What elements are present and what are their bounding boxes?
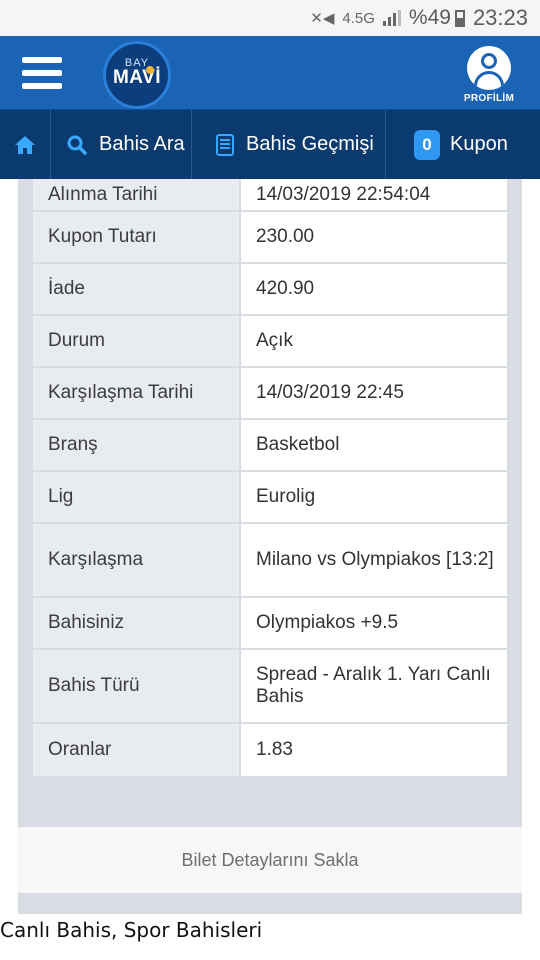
profile-label: PROFİLİM [463, 93, 515, 104]
mute-icon: ✕◀ [310, 10, 335, 27]
network-type: 4.5G [342, 9, 375, 27]
detail-row-match: Karşılaşma Milano vs Olympiakos [13:2] [33, 524, 507, 598]
nav-home[interactable] [0, 110, 51, 179]
logo-main-text: MAVİ [112, 67, 162, 88]
detail-label: Oranlar [33, 724, 241, 776]
battery-icon [454, 9, 465, 27]
brand-logo[interactable]: BAY MAVİ [103, 41, 171, 109]
detail-value: Milano vs Olympiakos [13:2] [241, 524, 507, 596]
detail-row-match-date: Karşılaşma Tarihi 14/03/2019 22:45 [33, 368, 507, 420]
detail-value: Eurolig [241, 472, 507, 522]
detail-label: Karşılaşma [33, 524, 241, 596]
nav-search[interactable]: Bahis Ara [51, 110, 192, 179]
detail-value: Spread - Aralık 1. Yarı Canlı Bahis [241, 650, 507, 722]
detail-label: Karşılaşma Tarihi [33, 368, 241, 418]
logo-ball-icon [146, 66, 154, 74]
nav-history-label: Bahis Geçmişi [246, 133, 374, 155]
detail-label: Durum [33, 316, 241, 366]
detail-value: 14/03/2019 22:54:04 [241, 179, 507, 210]
detail-row-odds: Oranlar 1.83 [33, 724, 507, 776]
detail-row-purchase-date: Alınma Tarihi 14/03/2019 22:54:04 [33, 179, 507, 212]
detail-label: Lig [33, 472, 241, 522]
nav-bar: Bahis Ara Bahis Geçmişi 0 Kupon [0, 110, 540, 179]
menu-icon[interactable] [22, 57, 62, 89]
footer-caption: Canlı Bahis, Spor Bahisleri [0, 918, 263, 942]
status-bar: ✕◀ 4.5G %49 23:23 [0, 0, 540, 36]
signal-icon [382, 10, 401, 26]
detail-row-sport: Branş Basketbol [33, 420, 507, 472]
detail-label: Bahisiniz [33, 598, 241, 648]
clock: 23:23 [472, 5, 528, 30]
detail-label: Kupon Tutarı [33, 212, 241, 262]
battery-percent: %49 [408, 6, 451, 29]
detail-value: Olympiakos +9.5 [241, 598, 507, 648]
list-icon [216, 133, 234, 156]
detail-value: 1.83 [241, 724, 507, 776]
detail-label: Bahis Türü [33, 650, 241, 722]
nav-coupon[interactable]: 0 Kupon [386, 110, 540, 179]
detail-row-status: Durum Açık [33, 316, 507, 368]
detail-value: 230.00 [241, 212, 507, 262]
app-header: BAY MAVİ PROFİLİM [0, 36, 540, 110]
detail-row-return: İade 420.90 [33, 264, 507, 316]
profile-button[interactable]: PROFİLİM [463, 46, 515, 104]
search-icon [67, 135, 87, 155]
detail-row-league: Lig Eurolig [33, 472, 507, 524]
detail-label: İade [33, 264, 241, 314]
detail-value: Açık [241, 316, 507, 366]
nav-bet-history[interactable]: Bahis Geçmişi [192, 110, 386, 179]
detail-row-stake: Kupon Tutarı 230.00 [33, 212, 507, 264]
user-icon [467, 46, 511, 90]
home-icon [15, 135, 35, 154]
ticket-details-panel: Alınma Tarihi 14/03/2019 22:54:04 Kupon … [18, 179, 522, 914]
detail-row-selection: Bahisiniz Olympiakos +9.5 [33, 598, 507, 650]
detail-value: 420.90 [241, 264, 507, 314]
ticket-details-table: Alınma Tarihi 14/03/2019 22:54:04 Kupon … [33, 179, 507, 776]
detail-value: 14/03/2019 22:45 [241, 368, 507, 418]
nav-search-label: Bahis Ara [99, 133, 185, 155]
detail-label: Branş [33, 420, 241, 470]
detail-label: Alınma Tarihi [33, 179, 241, 210]
nav-coupon-label: Kupon [450, 133, 508, 155]
detail-row-bet-type: Bahis Türü Spread - Aralık 1. Yarı Canlı… [33, 650, 507, 724]
detail-value: Basketbol [241, 420, 507, 470]
coupon-count-badge: 0 [414, 129, 440, 160]
hide-ticket-details-button[interactable]: Bilet Detaylarını Sakla [18, 827, 522, 893]
